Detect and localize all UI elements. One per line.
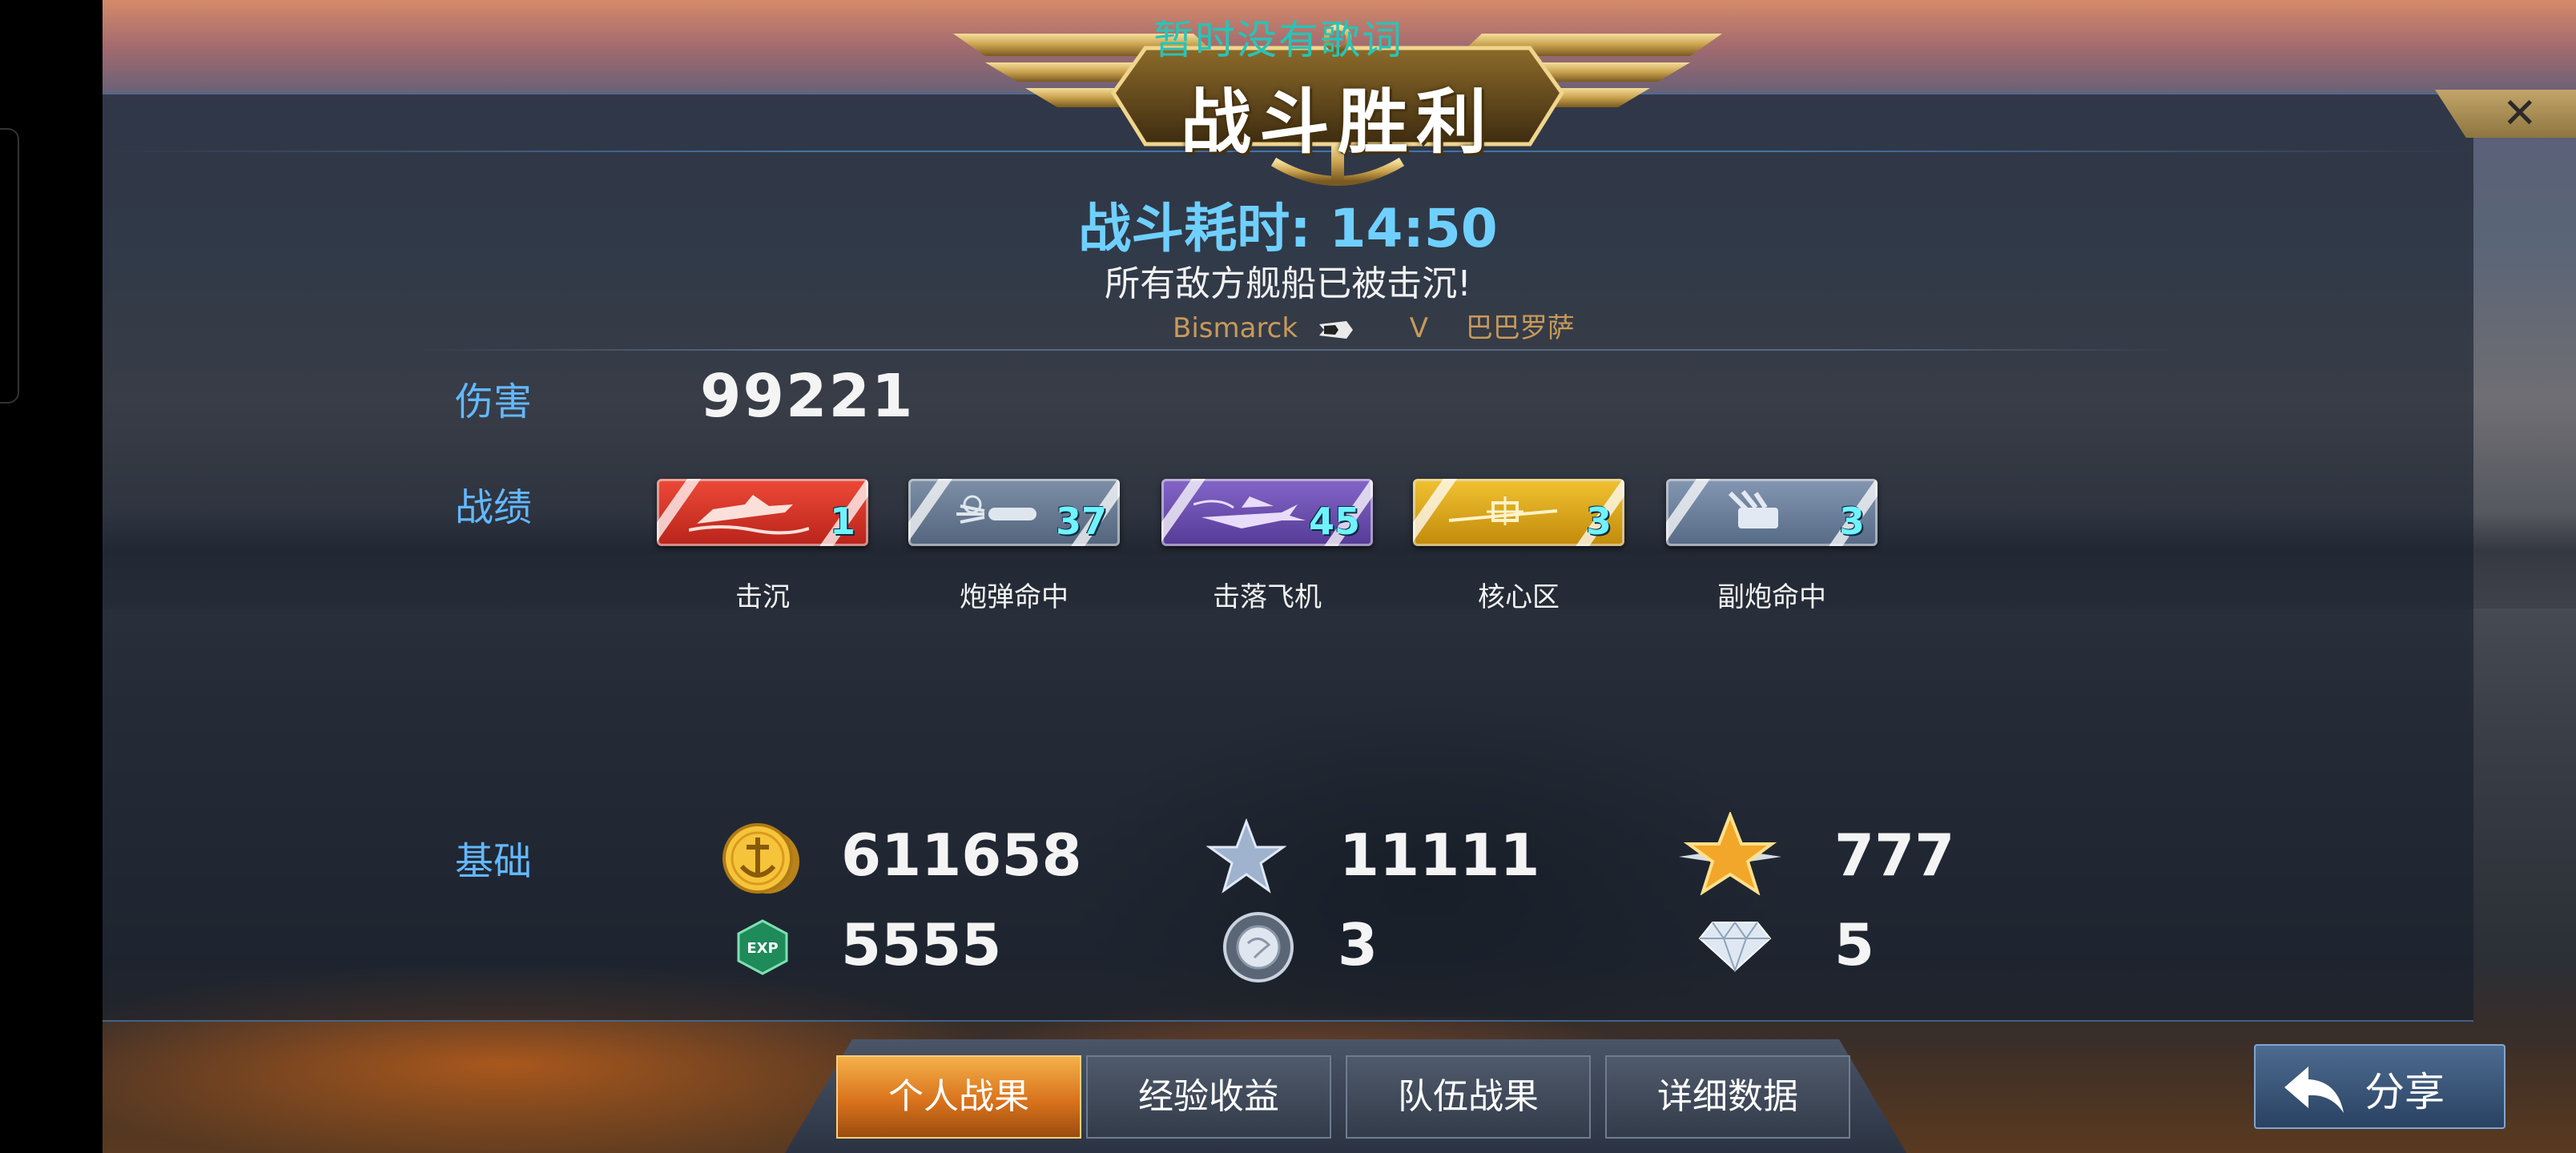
globe-value: 3 (1338, 911, 1379, 978)
tab-experience-earnings[interactable]: 经验收益 (1086, 1055, 1331, 1139)
battle-duration: 战斗耗时: 14:50 (1078, 198, 1498, 259)
badge-secondary-hit[interactable]: 3 (1666, 479, 1878, 546)
badge-count: 3 (1585, 500, 1612, 543)
silver-star-icon (1205, 818, 1287, 898)
badge-sink[interactable]: 1 (657, 479, 868, 546)
exp-value: 5555 (841, 911, 1002, 978)
damage-value: 99221 (700, 362, 915, 431)
gold-coin-icon (716, 820, 804, 900)
opponent-name: 巴巴罗萨 (1465, 312, 1575, 344)
badge-planes-shot[interactable]: 45 (1161, 479, 1373, 546)
versus-mark: V (1409, 312, 1428, 344)
tab-detailed-data[interactable]: 详细数据 (1605, 1055, 1850, 1139)
globe-icon (1222, 911, 1294, 986)
badge-count: 37 (1055, 500, 1107, 543)
badge-count: 45 (1308, 500, 1360, 543)
tab-team-results[interactable]: 队伍战果 (1346, 1055, 1591, 1139)
gold-star-icon (1679, 810, 1781, 898)
share-arrow-icon (2284, 1067, 2344, 1113)
tab-personal-results[interactable]: 个人战果 (836, 1055, 1081, 1139)
silver-star-value: 11111 (1339, 822, 1540, 889)
share-label: 分享 (2365, 1069, 2445, 1115)
lyric-overlay: 暂时没有歌词 (1153, 17, 1403, 63)
record-label: 战绩 (455, 485, 533, 530)
badge-citadel[interactable]: 3 (1413, 479, 1624, 546)
secondary-gun-icon (1728, 490, 1778, 528)
svg-text:EXP: EXP (747, 940, 778, 957)
plane-shotdown-icon (1193, 496, 1306, 528)
badge-shell-hit[interactable]: 37 (908, 479, 1120, 546)
close-icon[interactable]: ✕ (2502, 91, 2538, 136)
panel-separator (415, 349, 2177, 351)
victory-title: 战斗胜利 (1180, 81, 1495, 163)
share-button[interactable]: 分享 (2254, 1044, 2506, 1129)
badge-caption: 击沉 (735, 581, 790, 613)
exp-icon: EXP (737, 919, 788, 978)
badge-caption: 核心区 (1478, 581, 1560, 613)
flag-icon (1318, 314, 1353, 346)
badge-caption: 炮弹命中 (960, 581, 1069, 613)
damage-label: 伤害 (455, 380, 533, 424)
badge-count: 1 (829, 500, 855, 543)
gold-star-value: 777 (1834, 822, 1955, 889)
battle-result-message: 所有敌方舰船已被击沉! (1105, 263, 1471, 304)
diamond-icon (1698, 921, 1772, 975)
player-ship-name: Bismarck (1173, 312, 1298, 344)
gold-value: 611658 (841, 822, 1082, 889)
versus-line: Bismarck V 巴巴罗萨 (1173, 306, 1575, 346)
sinking-ship-icon (689, 495, 809, 535)
badge-caption: 击落飞机 (1213, 581, 1322, 613)
badge-caption: 副炮命中 (1717, 581, 1826, 613)
citadel-icon (1448, 496, 1558, 525)
base-label: 基础 (455, 839, 533, 884)
diamond-value: 5 (1834, 911, 1875, 978)
badge-count: 3 (1838, 500, 1865, 543)
shell-hit-icon (956, 495, 1036, 524)
